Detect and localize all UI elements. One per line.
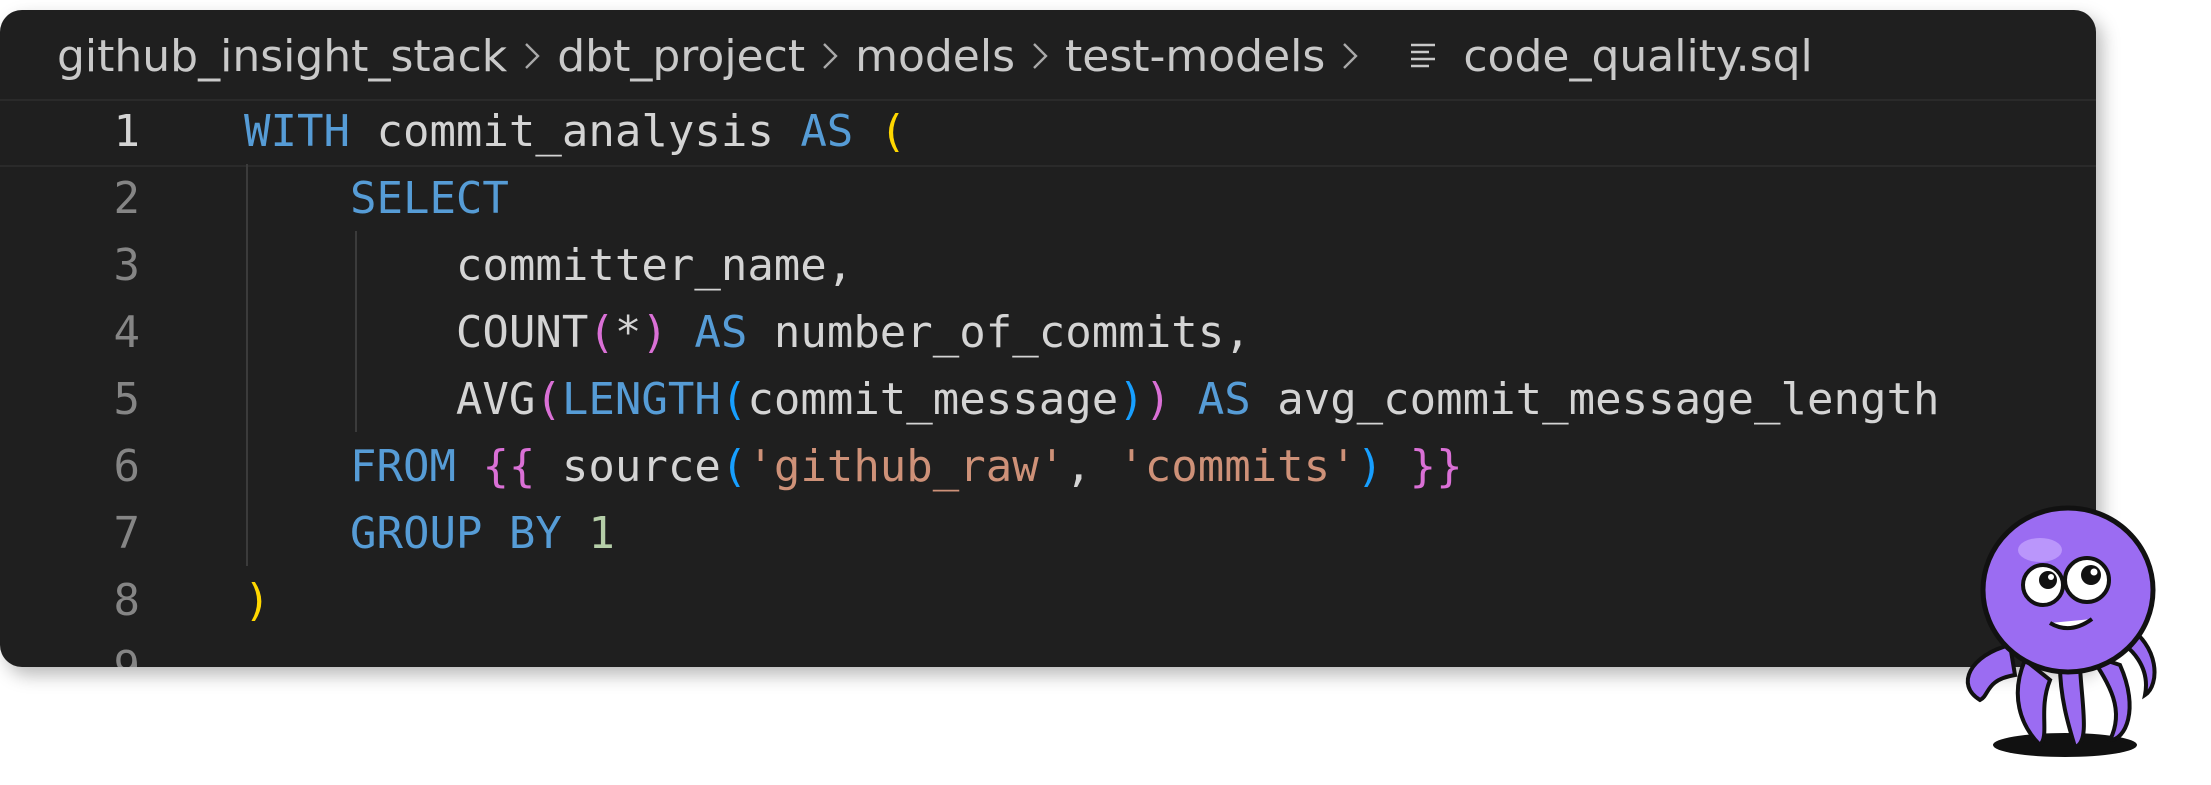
code-token: ) — [1144, 374, 1172, 425]
code-line[interactable]: 1 WITH commit_analysis AS ( — [0, 98, 2096, 165]
code-line[interactable]: 9 — [0, 634, 2096, 667]
code-line[interactable]: 8) — [0, 567, 2096, 634]
code-token: ( — [588, 307, 615, 358]
code-token: , — [1065, 441, 1119, 492]
code-token: 1 — [588, 508, 615, 559]
code-line[interactable]: 2 SELECT — [0, 165, 2096, 232]
code-token: commit_message — [747, 374, 1119, 425]
code-token: AS — [800, 106, 854, 157]
code-token: 'commits' — [1118, 441, 1357, 492]
code-token: FROM — [349, 441, 456, 492]
code-token: * — [614, 307, 642, 358]
code-line-text: GROUP BY 1 — [244, 500, 615, 567]
code-line-text: AVG(LENGTH(commit_message)) AS avg_commi… — [244, 366, 1940, 433]
code-area[interactable]: 1 WITH commit_analysis AS (2 SELECT 3 comm… — [0, 98, 2096, 667]
code-token: ) — [641, 307, 668, 358]
breadcrumb-item-dbt-project[interactable]: dbt_project — [557, 31, 805, 82]
code-line[interactable]: 3 committer_name, — [0, 232, 2096, 299]
breadcrumb-file-name[interactable]: code_quality.sql — [1463, 31, 1812, 82]
code-token: {{ — [482, 441, 536, 492]
code-token: LENGTH — [561, 374, 721, 425]
code-editor-window: github_insight_stack dbt_project models … — [0, 10, 2096, 667]
breadcrumb-item-github-insight-stack[interactable]: github_insight_stack — [57, 31, 507, 82]
code-token: }} — [1409, 441, 1463, 492]
code-token: ( — [720, 441, 748, 492]
code-token: ( — [879, 106, 907, 157]
code-token: ) — [1356, 441, 1384, 492]
line-number: 2 — [113, 173, 141, 224]
breadcrumb-item-test-models[interactable]: test-models — [1065, 31, 1325, 82]
code-token: ( — [720, 374, 748, 425]
code-token: 'github_raw' — [747, 441, 1066, 492]
code-token: ) — [244, 575, 271, 626]
line-number: 3 — [113, 240, 141, 291]
octopus-mascot-icon — [1965, 505, 2157, 757]
code-token: number_of_commits, — [747, 307, 1251, 358]
line-number: 7 — [113, 508, 141, 559]
chevron-right-icon — [521, 40, 543, 72]
code-line-text: committer_name, — [244, 232, 853, 299]
code-token: AVG — [244, 374, 536, 425]
line-number: 4 — [113, 307, 141, 358]
code-token: avg_commit_message_length — [1250, 374, 1940, 425]
breadcrumb: github_insight_stack dbt_project models … — [57, 24, 1813, 88]
code-line-text: SELECT — [244, 165, 509, 232]
code-token: AS — [1197, 374, 1251, 425]
code-token: GROUP BY — [349, 508, 562, 559]
line-number: 6 — [113, 441, 141, 492]
code-token: ( — [535, 374, 562, 425]
code-line[interactable]: 6 FROM {{ source('github_raw', 'commits'… — [0, 433, 2096, 500]
chevron-right-icon — [1339, 40, 1361, 72]
code-line[interactable]: 7 GROUP BY 1 — [0, 500, 2096, 567]
breadcrumb-item-models[interactable]: models — [855, 31, 1015, 82]
code-token: ) — [1118, 374, 1145, 425]
code-token: commit_analysis — [349, 106, 801, 157]
code-line-text: WITH commit_analysis AS ( — [244, 98, 906, 165]
code-line[interactable]: 4 COUNT(*) AS number_of_commits, — [0, 299, 2096, 366]
line-number: 9 — [60, 634, 141, 667]
code-line-text: ) — [244, 567, 271, 634]
code-token: committer_name, — [244, 240, 854, 291]
lines-file-icon — [1407, 39, 1441, 73]
code-line[interactable]: 5 AVG(LENGTH(commit_message)) AS avg_com… — [0, 366, 2096, 433]
code-token: COUNT — [244, 307, 589, 358]
line-number: 5 — [113, 374, 141, 425]
code-token: SELECT — [349, 173, 509, 224]
code-token: WITH — [244, 106, 350, 157]
code-line-text: FROM {{ source('github_raw', 'commits') … — [244, 433, 1463, 500]
code-token: AS — [694, 307, 748, 358]
code-line-text: COUNT(*) AS number_of_commits, — [244, 299, 1251, 366]
code-token: source — [535, 441, 721, 492]
line-number: 1 — [113, 106, 141, 157]
line-number: 8 — [113, 575, 141, 626]
chevron-right-icon — [819, 40, 841, 72]
chevron-right-icon — [1029, 40, 1051, 72]
